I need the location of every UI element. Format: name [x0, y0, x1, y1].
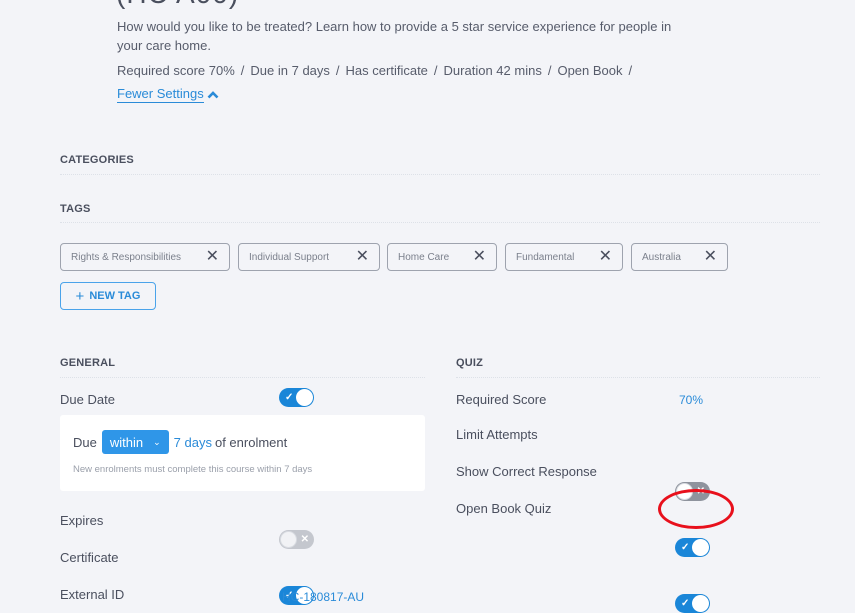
meta-duration: Duration 42 mins: [443, 63, 542, 78]
due-date-label: Due Date: [60, 392, 115, 407]
remove-tag-icon[interactable]: ✕: [356, 249, 369, 265]
show-correct-response-label: Show Correct Response: [456, 464, 597, 479]
meta-open-book: Open Book: [557, 63, 623, 78]
certificate-label: Certificate: [60, 550, 119, 565]
open-book-quiz-toggle[interactable]: ✓: [675, 594, 710, 613]
check-icon: ✓: [681, 542, 690, 553]
course-meta-summary: Required score 70% / Due in 7 days / Has cer…: [117, 63, 638, 78]
meta-separator: /: [433, 63, 438, 78]
due-date-toggle[interactable]: ✓: [279, 388, 314, 407]
x-icon: ✕: [696, 486, 705, 497]
tag-chip: Australia ✕: [631, 243, 728, 271]
tag-label: Home Care: [398, 251, 450, 263]
meta-separator: /: [628, 63, 633, 78]
fewer-settings-label: Fewer Settings: [117, 86, 204, 103]
remove-tag-icon[interactable]: ✕: [473, 249, 486, 265]
meta-certificate: Has certificate: [345, 63, 428, 78]
check-icon: ✓: [285, 392, 294, 403]
tag-label: Fundamental: [516, 251, 575, 263]
meta-separator: /: [547, 63, 552, 78]
expires-toggle[interactable]: ✕: [279, 530, 314, 549]
due-hint-text: New enrolments must complete this course…: [73, 464, 313, 475]
tag-label: Individual Support: [249, 251, 330, 263]
required-score-label: Required Score: [456, 392, 547, 407]
chevron-down-icon: ⌄: [153, 436, 161, 447]
tag-chip: Fundamental ✕: [505, 243, 623, 271]
open-book-quiz-label: Open Book Quiz: [456, 501, 552, 516]
remove-tag-icon[interactable]: ✕: [599, 249, 612, 265]
tag-chip: Individual Support ✕: [238, 243, 380, 271]
tag-chip: Home Care ✕: [387, 243, 497, 271]
meta-required-score: Required score 70%: [117, 63, 235, 78]
due-date-config-card: Due within ⌄ 7 days of enrolment New enr…: [60, 415, 425, 491]
plus-icon: +: [75, 287, 85, 305]
toggle-knob: [676, 483, 693, 500]
toggle-knob: [692, 539, 709, 556]
general-divider: [60, 377, 425, 378]
quiz-divider: [456, 377, 820, 378]
remove-tag-icon[interactable]: ✕: [206, 249, 219, 265]
limit-attempts-label: Limit Attempts: [456, 427, 538, 442]
due-mode-value: within: [109, 434, 144, 450]
meta-due: Due in 7 days: [250, 63, 330, 78]
due-days-link[interactable]: 7 days: [174, 435, 212, 450]
categories-divider: [60, 174, 820, 175]
chevron-up-icon: [207, 91, 219, 99]
tag-chip: Rights & Responsibilities ✕: [60, 243, 230, 271]
meta-separator: /: [335, 63, 340, 78]
due-suffix: of enrolment: [214, 434, 288, 450]
new-tag-button[interactable]: + NEW TAG: [60, 282, 156, 310]
meta-separator: /: [240, 63, 245, 78]
external-id-label: External ID: [60, 587, 125, 602]
course-title: (HC A00): [116, 0, 239, 10]
due-prefix: Due: [73, 434, 97, 450]
tags-divider: [60, 222, 820, 223]
categories-heading: CATEGORIES: [60, 154, 134, 166]
limit-attempts-toggle[interactable]: ✕: [675, 482, 710, 501]
tags-heading: TAGS: [60, 203, 91, 215]
show-correct-response-toggle[interactable]: ✓: [675, 538, 710, 557]
toggle-knob: [280, 531, 297, 548]
due-config-line: Due within ⌄ 7 days of enrolment: [73, 430, 287, 454]
due-mode-select[interactable]: within ⌄: [101, 430, 169, 454]
toggle-knob: [296, 389, 313, 406]
quiz-heading: QUIZ: [456, 357, 484, 369]
tag-label: Rights & Responsibilities: [71, 251, 182, 263]
remove-tag-icon[interactable]: ✕: [704, 249, 717, 265]
required-score-value[interactable]: 70%: [679, 393, 703, 407]
external-id-value[interactable]: HC-180817-AU: [282, 590, 364, 604]
tag-label: Australia: [642, 251, 681, 263]
expires-label: Expires: [60, 513, 104, 528]
general-heading: GENERAL: [60, 357, 116, 369]
check-icon: ✓: [681, 598, 690, 609]
new-tag-label: NEW TAG: [89, 290, 141, 302]
course-description: How would you like to be treated? Learn …: [117, 19, 672, 53]
x-icon: ✕: [300, 534, 309, 545]
fewer-settings-link[interactable]: Fewer Settings: [117, 86, 219, 103]
